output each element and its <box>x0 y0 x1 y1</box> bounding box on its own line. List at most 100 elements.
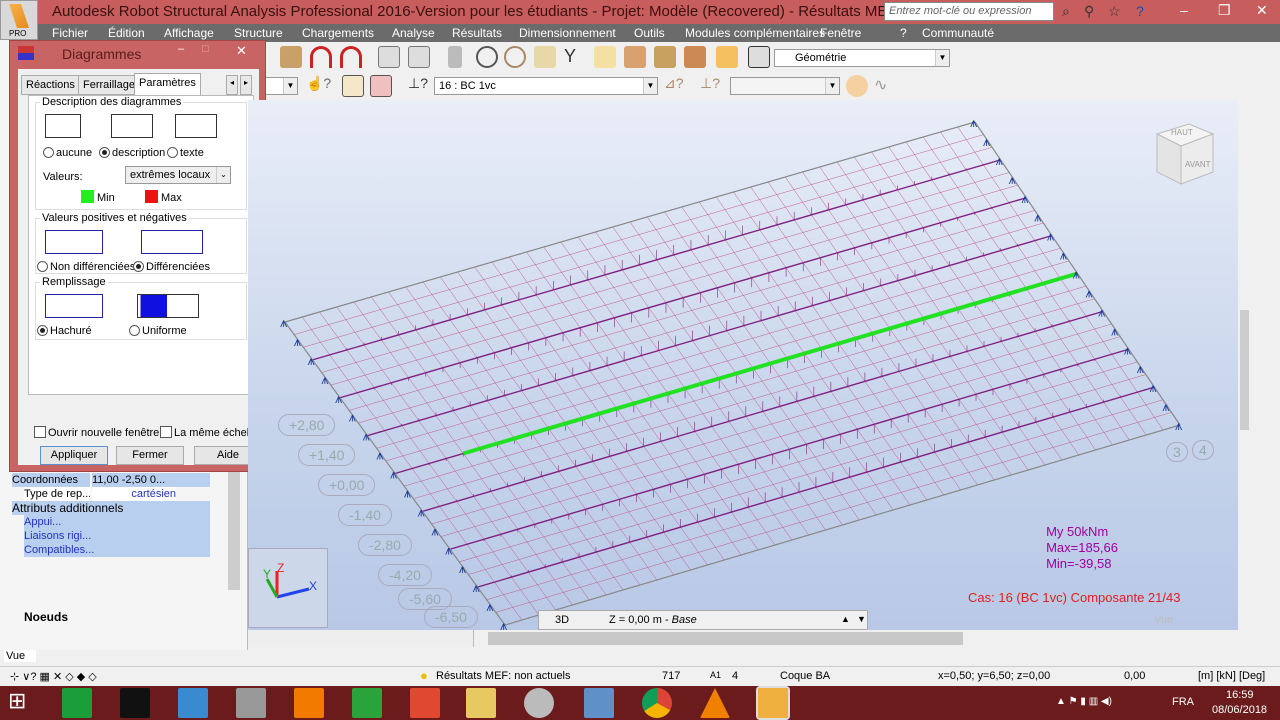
vlc-icon[interactable] <box>700 688 730 718</box>
fill-uniform-icon[interactable] <box>137 294 199 318</box>
undo-icon[interactable] <box>310 46 332 68</box>
tab-noeuds[interactable]: Noeuds <box>24 610 68 624</box>
display-icon[interactable] <box>342 75 364 97</box>
horizontal-scrollbar[interactable] <box>248 630 1238 647</box>
chrome-icon[interactable] <box>642 688 672 718</box>
wall-app-icon[interactable] <box>236 688 266 718</box>
status-units[interactable]: [m] [kN] [Deg] <box>1198 670 1265 682</box>
table-icon[interactable] <box>408 46 430 68</box>
robot-taskbar-icon[interactable] <box>756 686 790 720</box>
radio-description[interactable]: description <box>99 147 165 159</box>
redo-icon[interactable] <box>340 46 362 68</box>
level-value[interactable]: Z = 0,00 m - Base <box>609 614 697 626</box>
tab-ferraillage[interactable]: Ferraillage <box>78 75 140 95</box>
vue-tab[interactable]: Vue <box>1154 614 1173 626</box>
hand-help-icon[interactable]: ☝? <box>306 75 331 97</box>
menu-dimensionnement[interactable]: Dimensionnement <box>519 26 616 40</box>
level-up-icon[interactable]: ▲ <box>841 614 850 624</box>
radio-texte[interactable]: texte <box>167 147 204 159</box>
tab-reactions[interactable]: Réactions <box>21 75 80 95</box>
maximize-button[interactable]: ❐ <box>1218 2 1231 19</box>
max-color-swatch[interactable] <box>145 190 158 203</box>
section-icon[interactable] <box>624 46 646 68</box>
radio-uniforme[interactable]: Uniforme <box>129 325 187 337</box>
orange-icon[interactable] <box>294 688 324 718</box>
minimize-button[interactable]: – <box>1180 2 1188 18</box>
lock-icon[interactable] <box>448 46 462 68</box>
diagram-icon[interactable] <box>846 75 868 97</box>
photo-app-icon[interactable] <box>178 688 208 718</box>
clock-date[interactable]: 08/06/2018 <box>1212 704 1267 716</box>
diagram-text-icon[interactable] <box>175 114 217 138</box>
display-filters-toolbar[interactable] <box>248 630 474 647</box>
menu-edition[interactable]: Édition <box>108 26 145 40</box>
close-button[interactable]: ✕ <box>1256 2 1268 19</box>
3d-viewport[interactable]: ⩚ ⩚ ⩚ ⩚ ⩚ ⩚ ⩚ ⩚ ⩚ ⩚ ⩚ ⩚ ⩚ ⩚ ⩚ ⩚ ⩚ ⩚ ⩚ ⩚ ⩚ ⩚ ⩚ ⩚ ⩚ ⩚ ⩚ ⩚ ⩚ ⩚ ⩚ ⩚ ⩚ ⩚ +2,80… <box>248 100 1238 630</box>
close-dialog-button[interactable]: Fermer <box>116 446 184 465</box>
status-tools[interactable]: ⊹ ∨? ▦ ✕ ◇ ◆ ◇ <box>10 670 97 683</box>
zoom-all-icon[interactable] <box>504 46 526 68</box>
values-select[interactable]: extrêmes locaux ⌄ <box>125 166 231 184</box>
link-compatibles[interactable]: Compatibles... <box>24 543 210 557</box>
view-mode[interactable]: 3D <box>555 614 569 626</box>
dialog-maximize[interactable]: □ <box>202 43 209 55</box>
star-icon[interactable]: ☆ <box>1108 3 1121 20</box>
help-search-input[interactable]: Entrez mot-clé ou expression <box>884 2 1054 21</box>
link-liaisons[interactable]: Liaisons rigi... <box>24 529 210 543</box>
wrench-icon[interactable] <box>716 46 738 68</box>
calculator-icon[interactable] <box>378 46 400 68</box>
signs-differentiated-icon[interactable] <box>141 230 203 254</box>
apply-button[interactable]: Appliquer <box>40 446 108 465</box>
load-case-icon[interactable]: ⊥? <box>408 75 430 97</box>
layout-select[interactable]: Géométrie ▼ <box>774 49 950 67</box>
vertical-scrollbar-thumb[interactable] <box>1240 310 1249 430</box>
menu-analyse[interactable]: Analyse <box>392 26 435 40</box>
paint-icon[interactable] <box>524 688 554 718</box>
store-icon[interactable] <box>62 688 92 718</box>
menu-resultats[interactable]: Résultats <box>452 26 502 40</box>
signs-undifferentiated-icon[interactable] <box>45 230 103 254</box>
paste-icon[interactable] <box>280 46 302 68</box>
tab-scroll-left[interactable]: ◂ <box>226 75 239 95</box>
file-explorer-icon[interactable] <box>466 688 496 718</box>
section-attributes[interactable]: Attributs additionnels <box>12 501 210 515</box>
scrollbar-thumb[interactable] <box>488 632 963 645</box>
calculator-app-icon[interactable] <box>584 688 614 718</box>
menu-fenetre[interactable]: Fenêtre <box>820 26 861 40</box>
deformation-icon[interactable]: ∿ <box>874 75 896 97</box>
radio-hachure[interactable]: Hachuré <box>37 325 92 337</box>
radio-non-differenciees[interactable]: Non différenciées <box>37 261 135 273</box>
windows-start-icon[interactable]: ⊞ <box>8 688 38 718</box>
dialog-minimize[interactable]: – <box>178 43 184 55</box>
camtasia-icon[interactable] <box>352 688 382 718</box>
cmd-icon[interactable] <box>120 688 150 718</box>
structure-icon[interactable]: Y <box>564 46 586 68</box>
fill-hatched-icon[interactable] <box>45 294 103 318</box>
diagram-description-icon[interactable] <box>111 114 153 138</box>
load-case-select[interactable]: 16 : BC 1vc ▼ <box>434 77 658 95</box>
tray-icons[interactable]: ▲ ⚑ ▮ ▥ ◀) <box>1056 696 1112 707</box>
satellite-icon[interactable]: ⚲ <box>1084 3 1094 20</box>
menu-modules[interactable]: Modules complémentaires <box>685 26 825 40</box>
save-view-icon[interactable] <box>370 75 392 97</box>
language-indicator[interactable]: FRA <box>1172 696 1194 708</box>
measure-icon[interactable] <box>594 46 616 68</box>
preferences-icon[interactable] <box>684 46 706 68</box>
menu-chargements[interactable]: Chargements <box>302 26 374 40</box>
viewcube[interactable]: HAUT AVANT <box>1153 120 1215 186</box>
diagram-none-icon[interactable] <box>45 114 81 138</box>
component-icon[interactable]: ⊥? <box>700 75 722 97</box>
help-icon[interactable]: ? <box>1136 3 1144 19</box>
layout-icon[interactable] <box>748 46 770 68</box>
dialog-close[interactable]: ✕ <box>236 43 247 59</box>
menu-communaute[interactable]: Communauté <box>922 26 994 40</box>
radio-aucune[interactable]: aucune <box>43 147 92 159</box>
radio-differenciees[interactable]: Différenciées <box>133 261 210 273</box>
menu-outils[interactable]: Outils <box>634 26 665 40</box>
checkbox-same-scale[interactable]: La même échelle <box>160 426 258 439</box>
menu-affichage[interactable]: Affichage <box>164 26 214 40</box>
model-icon[interactable] <box>654 46 676 68</box>
prop-value-type[interactable]: cartésien <box>92 487 176 501</box>
clock-time[interactable]: 16:59 <box>1226 689 1254 701</box>
menu-structure[interactable]: Structure <box>234 26 283 40</box>
